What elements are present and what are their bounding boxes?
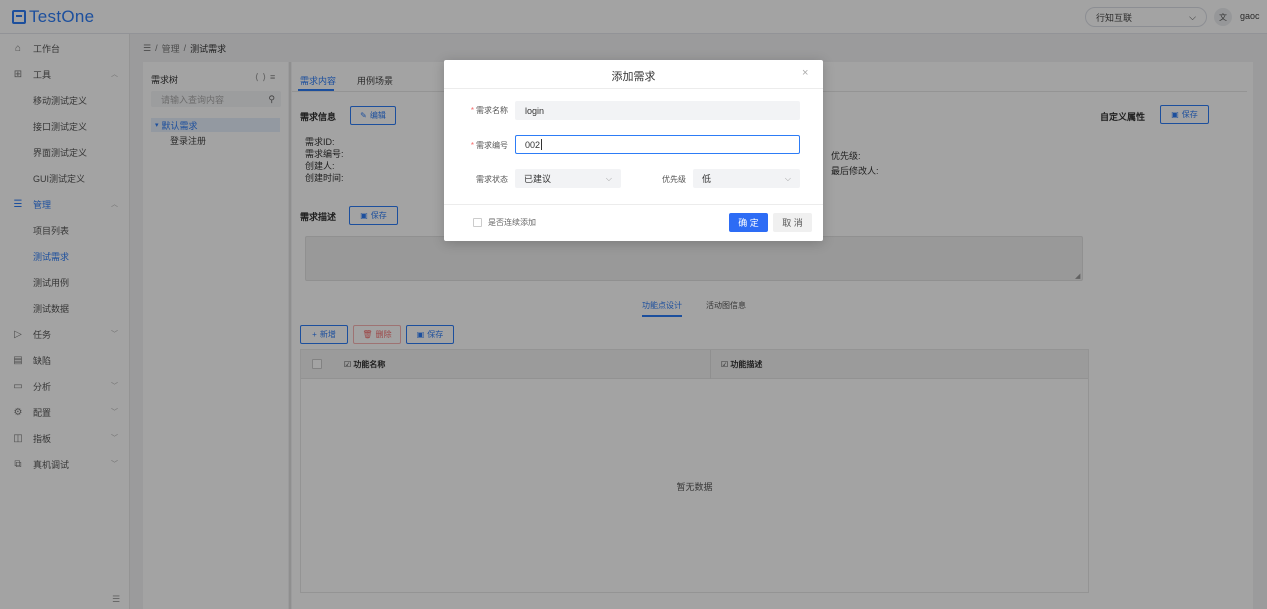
- required-marker: *: [470, 141, 474, 150]
- code-label-text: 需求编号: [476, 141, 508, 150]
- continuous-add-checkbox[interactable]: 是否连续添加: [473, 217, 536, 228]
- name-input[interactable]: login: [515, 101, 800, 120]
- dialog-title: 添加需求: [611, 71, 656, 83]
- name-input-value: login: [525, 105, 545, 116]
- name-label-text: 需求名称: [476, 106, 508, 115]
- required-marker: *: [470, 106, 474, 115]
- dialog-divider: [444, 88, 823, 89]
- status-select-value: 已建议: [524, 174, 552, 184]
- priority-select-value: 低: [702, 174, 712, 184]
- chevron-down-icon: ⌵: [784, 173, 791, 183]
- name-label: * 需求名称: [444, 105, 508, 116]
- continuous-add-label: 是否连续添加: [488, 218, 536, 227]
- code-input-value: 002: [525, 139, 541, 150]
- confirm-button[interactable]: 确 定: [729, 213, 768, 232]
- priority-label: 优先级: [662, 175, 686, 184]
- checkbox-box[interactable]: [473, 218, 482, 227]
- add-requirement-dialog: 添加需求 × * 需求名称 login * 需求编号 002 需求状态 已建议 ⌵ …: [444, 60, 823, 241]
- status-select[interactable]: 已建议 ⌵: [515, 169, 621, 188]
- close-icon[interactable]: ×: [802, 67, 808, 79]
- chevron-down-icon: ⌵: [605, 173, 612, 183]
- dialog-divider: [444, 204, 823, 205]
- cancel-button[interactable]: 取 消: [773, 213, 812, 232]
- code-label: * 需求编号: [444, 140, 508, 151]
- code-input[interactable]: 002: [515, 135, 800, 154]
- priority-select[interactable]: 低 ⌵: [693, 169, 800, 188]
- text-caret: [541, 139, 543, 150]
- status-label: 需求状态: [476, 175, 508, 184]
